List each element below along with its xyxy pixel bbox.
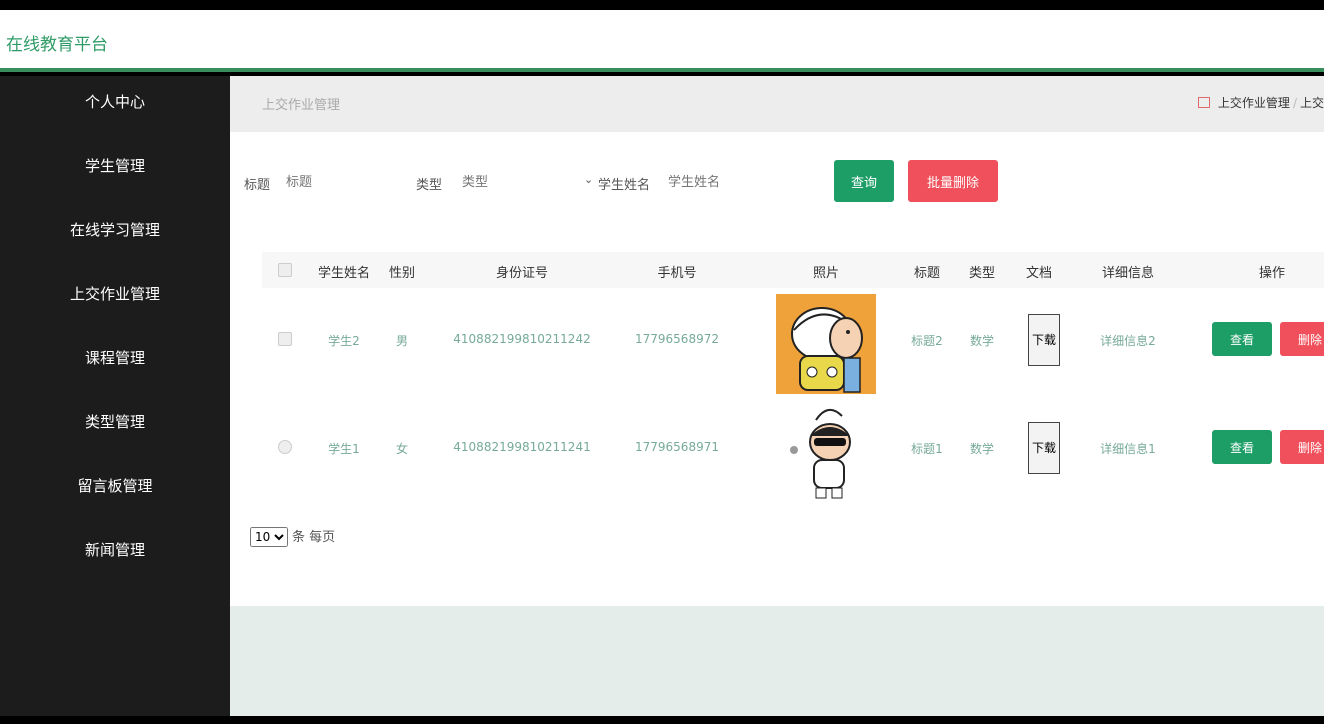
main-content: 上交作业管理 上交作业管理/上交 标题 类型 ⌄ 学生姓名 查询 批量删除 学生… bbox=[230, 76, 1324, 716]
breadcrumb-item[interactable]: 上交 bbox=[1300, 96, 1324, 110]
breadcrumb: 上交作业管理 / 上交 bbox=[1197, 94, 1324, 111]
student-photo-avatar bbox=[776, 294, 876, 394]
phone-cell: 17796568971 bbox=[635, 440, 719, 454]
query-button[interactable]: 查询 bbox=[834, 160, 894, 202]
select-all-checkbox[interactable] bbox=[278, 263, 292, 277]
sidebar-item-type-management[interactable]: 类型管理 bbox=[0, 396, 230, 460]
footer-banner bbox=[230, 606, 1324, 716]
id-number-cell: 410882199810211242 bbox=[453, 332, 591, 346]
column-header: 操作 bbox=[1258, 266, 1285, 281]
detail-cell: 详细信息2 bbox=[1100, 334, 1156, 348]
gender-cell: 男 bbox=[395, 334, 408, 348]
column-header: 标题 bbox=[913, 266, 940, 281]
page-size-select[interactable]: 10 bbox=[250, 527, 288, 547]
student-filter-label: 学生姓名 bbox=[598, 178, 651, 193]
column-header: 类型 bbox=[968, 266, 995, 281]
student-name-cell: 学生2 bbox=[328, 334, 360, 348]
page-size-label: 条 每页 bbox=[292, 530, 336, 545]
student-photo-avatar bbox=[776, 402, 876, 502]
student-name-filter-input[interactable] bbox=[668, 168, 788, 196]
row-checkbox[interactable] bbox=[278, 440, 292, 454]
type-filter-input[interactable] bbox=[462, 168, 572, 196]
batch-delete-button[interactable]: 批量删除 bbox=[908, 160, 998, 202]
column-header: 详细信息 bbox=[1101, 266, 1154, 281]
home-icon[interactable] bbox=[1197, 97, 1210, 108]
table-row: 学生1 女 410882199810211241 17796568971 标题1… bbox=[262, 402, 1324, 506]
type-cell: 数学 bbox=[969, 442, 994, 456]
chevron-down-icon: ⌄ bbox=[584, 173, 594, 186]
breadcrumb-item[interactable]: 上交作业管理 bbox=[1218, 96, 1290, 110]
student-name-cell: 学生1 bbox=[328, 442, 360, 456]
sidebar-item-message-board[interactable]: 留言板管理 bbox=[0, 460, 230, 524]
row-checkbox[interactable] bbox=[278, 332, 292, 346]
table-header: 学生姓名 性别 身份证号 手机号 照片 标题 类型 文档 详细信息 操作 bbox=[262, 252, 1324, 288]
sidebar-item-personal-center[interactable]: 个人中心 bbox=[0, 76, 230, 140]
title-cell: 标题1 bbox=[911, 442, 943, 456]
breadcrumb-separator: / bbox=[1292, 96, 1297, 110]
type-filter-label: 类型 bbox=[416, 178, 443, 193]
sidebar-item-homework-submission[interactable]: 上交作业管理 bbox=[0, 268, 230, 332]
title-cell: 标题2 bbox=[911, 334, 943, 348]
sidebar-item-online-learning[interactable]: 在线学习管理 bbox=[0, 204, 230, 268]
phone-cell: 17796568972 bbox=[635, 332, 719, 346]
table-row: 学生2 男 410882199810211242 17796568972 标题2… bbox=[262, 294, 1324, 398]
gender-cell: 女 bbox=[395, 442, 408, 456]
view-button[interactable]: 查看 bbox=[1212, 430, 1272, 464]
column-header: 照片 bbox=[812, 266, 839, 281]
delete-button[interactable]: 删除 bbox=[1280, 430, 1324, 464]
column-header: 身份证号 bbox=[495, 266, 548, 281]
type-cell: 数学 bbox=[969, 334, 994, 348]
top-header: 在线教育平台 bbox=[0, 10, 1324, 72]
view-button[interactable]: 查看 bbox=[1212, 322, 1272, 356]
detail-cell: 详细信息1 bbox=[1100, 442, 1156, 456]
sidebar-item-course-management[interactable]: 课程管理 bbox=[0, 332, 230, 396]
breadcrumb-bar: 上交作业管理 上交作业管理 / 上交 bbox=[230, 76, 1324, 132]
download-button[interactable]: 下载 bbox=[1028, 422, 1060, 474]
download-button[interactable]: 下载 bbox=[1028, 314, 1060, 366]
sidebar-nav: 个人中心 学生管理 在线学习管理 上交作业管理 课程管理 类型管理 留言板管理 … bbox=[0, 76, 230, 716]
column-header: 性别 bbox=[388, 266, 415, 281]
column-header: 文档 bbox=[1025, 266, 1052, 281]
pagination: 10 条 每页 bbox=[250, 526, 335, 547]
column-header: 手机号 bbox=[657, 266, 697, 281]
sidebar-item-news-management[interactable]: 新闻管理 bbox=[0, 524, 230, 588]
delete-button[interactable]: 删除 bbox=[1280, 322, 1324, 356]
title-filter-label: 标题 bbox=[244, 178, 271, 193]
search-filters: 标题 类型 ⌄ 学生姓名 查询 批量删除 bbox=[230, 160, 1324, 204]
app-title: 在线教育平台 bbox=[6, 35, 108, 55]
sidebar-item-student-management[interactable]: 学生管理 bbox=[0, 140, 230, 204]
page-title: 上交作业管理 bbox=[262, 98, 341, 113]
column-header: 学生姓名 bbox=[317, 266, 370, 281]
id-number-cell: 410882199810211241 bbox=[453, 440, 591, 454]
title-filter-input[interactable] bbox=[286, 168, 406, 196]
